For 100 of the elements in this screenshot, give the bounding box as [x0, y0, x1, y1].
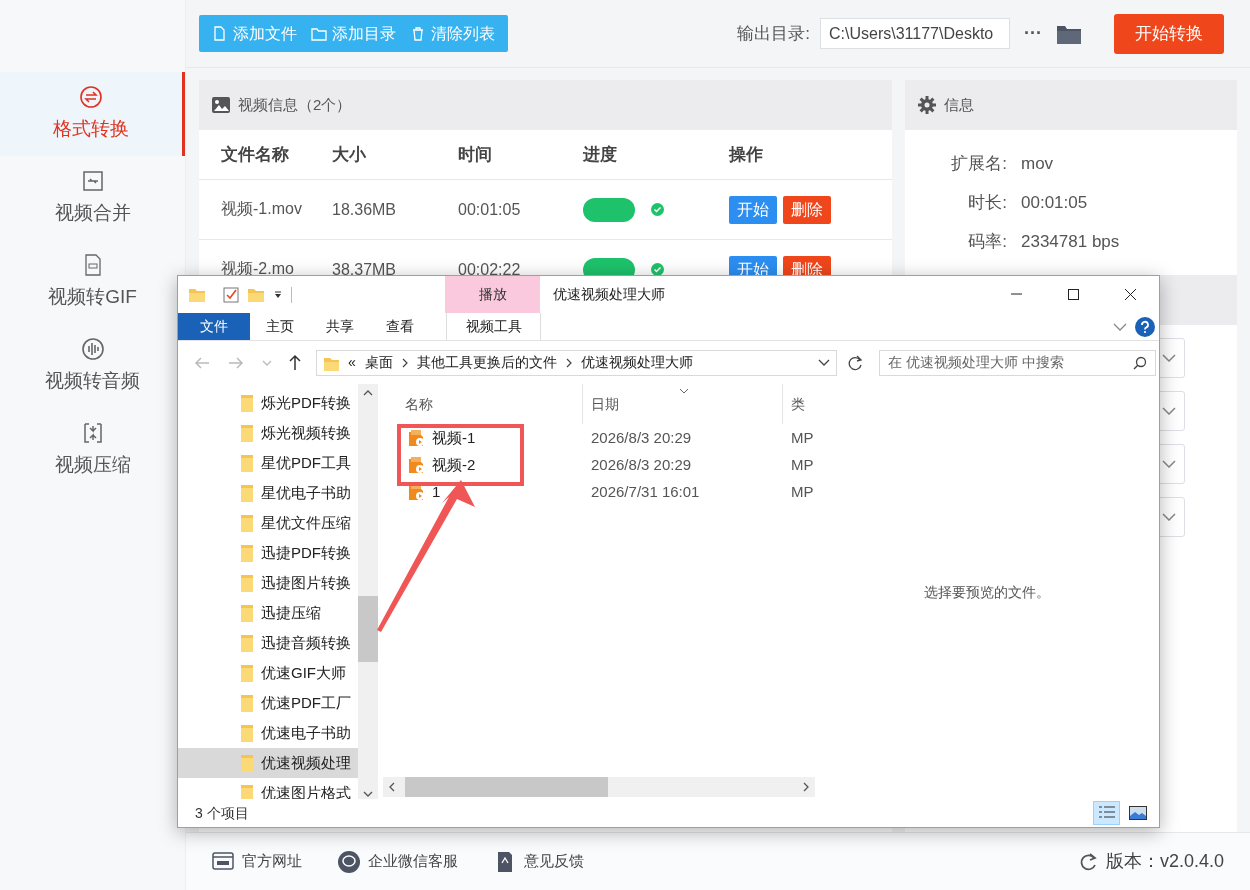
footer-link[interactable]: 官方网址	[212, 850, 302, 873]
chevron-down-icon	[1162, 460, 1176, 468]
ribbon-tab[interactable]: 查看	[370, 313, 430, 341]
image-icon	[212, 97, 230, 113]
output-path-field[interactable]: C:\Users\31177\Deskto	[820, 18, 1010, 49]
refresh-icon[interactable]	[847, 354, 863, 371]
file-size: 18.36MB	[332, 199, 397, 220]
footer-link[interactable]: 企业微信客服	[338, 850, 458, 873]
swap-circle-icon	[79, 84, 103, 109]
tree-item[interactable]: 迅捷图片转换	[178, 568, 358, 599]
trash-icon	[410, 25, 426, 42]
field-value: mov	[1021, 152, 1054, 175]
scroll-left-icon[interactable]	[389, 782, 395, 793]
chevron-down-icon	[1162, 354, 1176, 362]
sidebar-item[interactable]: 视频合并	[0, 156, 185, 240]
scroll-up-icon[interactable]	[363, 390, 373, 397]
scroll-down-icon[interactable]	[363, 791, 373, 798]
field-label: 扩展名:	[950, 152, 1008, 175]
folder-icon	[241, 424, 253, 443]
window-title: 优速视频处理大师	[552, 285, 665, 305]
search-icon	[1133, 355, 1147, 370]
ribbon-tab[interactable]: 共享	[310, 313, 370, 341]
field-value: 00:01:05	[1021, 191, 1088, 214]
chat-bubble-icon	[338, 850, 360, 873]
delete-button[interactable]: 删除	[783, 195, 831, 224]
file-item[interactable]: 视频-2	[383, 453, 583, 477]
tree-item[interactable]: 迅捷压缩	[178, 598, 358, 629]
tree-item[interactable]: 优速视频处理	[178, 748, 358, 779]
folder-icon	[241, 634, 253, 653]
column-header: 日期	[591, 394, 619, 414]
panel-title: 信息	[944, 94, 974, 115]
folder-icon	[1056, 23, 1082, 46]
folder-icon	[241, 454, 253, 473]
audio-wave-icon	[80, 336, 105, 361]
breadcrumb: 其他工具更换后的文件	[416, 353, 557, 373]
file-date: 2026/8/3 20:29	[590, 454, 693, 475]
scroll-right-icon[interactable]	[803, 782, 809, 793]
close-button[interactable]	[1124, 288, 1137, 302]
scrollbar-thumb[interactable]	[405, 777, 608, 798]
ribbon-tab[interactable]: 视频工具	[446, 313, 541, 341]
scrollbar-thumb[interactable]	[358, 596, 378, 663]
ribbon-tab[interactable]: 主页	[250, 313, 310, 341]
tree-item[interactable]: 优速图片格式	[178, 778, 358, 800]
panel-title: 视频信息（2个）	[238, 94, 352, 115]
file-name: 视频-1.mov	[221, 199, 303, 220]
tree-item[interactable]: 优速PDF工厂	[178, 688, 358, 719]
properties-icon[interactable]	[223, 286, 239, 303]
column-header: 类	[791, 394, 805, 414]
folder-icon	[241, 514, 253, 533]
file-type: MP	[790, 427, 815, 448]
folder-icon	[241, 784, 253, 800]
help-icon[interactable]	[1135, 316, 1155, 337]
context-tab-header: 播放	[445, 276, 540, 314]
column-header: 时间	[458, 143, 492, 166]
file-date: 2026/7/31 16:01	[590, 481, 701, 502]
item-count: 3 个项目	[195, 803, 249, 823]
file-date: 2026/8/3 20:29	[590, 427, 693, 448]
tree-item[interactable]: 迅捷音频转换	[178, 628, 358, 659]
tree-item[interactable]: 星优文件压缩	[178, 508, 358, 539]
breadcrumb-overflow: «	[348, 353, 356, 373]
file-type: MP	[790, 481, 815, 502]
progress-bar	[583, 197, 635, 222]
chevron-right-icon	[401, 357, 408, 368]
folder-icon	[241, 604, 253, 623]
caret-down-icon[interactable]	[273, 290, 283, 299]
merge-icon	[80, 168, 105, 193]
up-arrow-icon[interactable]	[288, 354, 302, 372]
ribbon-tab[interactable]: 文件	[178, 313, 250, 341]
large-icons-view-icon[interactable]	[1128, 806, 1147, 821]
start-convert-button[interactable]: 开始转换	[1114, 13, 1224, 54]
tree-item[interactable]: 优速电子书助	[178, 718, 358, 749]
folder-icon	[241, 664, 253, 683]
breadcrumb: 桌面	[364, 353, 393, 373]
file-type: MP	[790, 454, 815, 475]
column-header: 进度	[583, 143, 617, 166]
address-bar[interactable]: « 桌面 其他工具更换后的文件 优速视频处理大师	[316, 349, 837, 376]
tree-item[interactable]: 迅捷PDF转换	[178, 538, 358, 569]
folder-icon	[241, 544, 253, 563]
tree-item[interactable]: 优速GIF大师	[178, 658, 358, 689]
folder-icon	[241, 754, 253, 773]
breadcrumb: 优速视频处理大师	[580, 353, 693, 373]
search-placeholder: 在 优速视频处理大师 中搜索	[888, 353, 1064, 373]
file-duration: 00:01:05	[458, 199, 521, 220]
folder-icon	[241, 394, 253, 413]
file-item[interactable]: 视频-1	[383, 426, 583, 450]
more-button[interactable]: ···	[1020, 20, 1046, 47]
column-header: 名称	[405, 394, 433, 414]
folder-icon	[241, 724, 253, 743]
column-header: 操作	[729, 143, 763, 166]
video-file-icon	[408, 428, 426, 447]
folder-icon	[241, 574, 253, 593]
video-file-icon	[408, 455, 426, 474]
chevron-down-icon[interactable]	[818, 359, 830, 367]
field-label: 时长:	[967, 191, 1008, 214]
search-field[interactable]: 在 优速视频处理大师 中搜索	[879, 349, 1156, 376]
maximize-button[interactable]	[1067, 288, 1080, 302]
file-item[interactable]: 1	[383, 480, 583, 504]
sidebar-item[interactable]: 格式转换	[0, 72, 185, 156]
file-icon	[212, 25, 228, 42]
footer-link[interactable]: 意见反馈	[494, 850, 584, 873]
